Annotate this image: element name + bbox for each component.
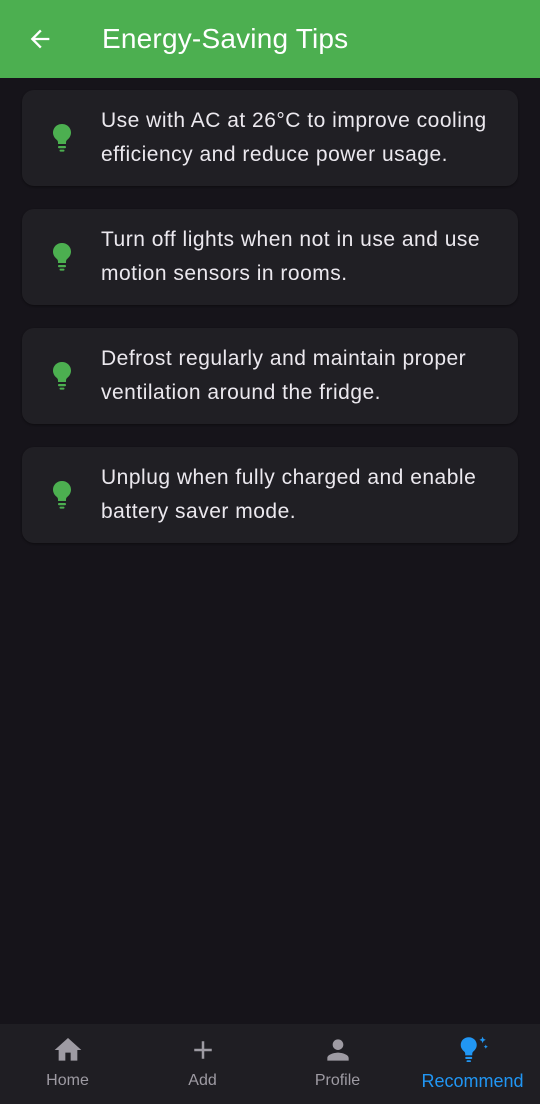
nav-label: Recommend: [421, 1071, 524, 1091]
tip-text: Defrost regularly and maintain proper ve…: [101, 347, 467, 404]
tip-text: Turn off lights when not in use and use …: [101, 228, 481, 285]
nav-item-profile[interactable]: Profile: [270, 1024, 405, 1104]
tip-card: Unplug when fully charged and enable bat…: [22, 447, 518, 543]
nav-item-home[interactable]: Home: [0, 1024, 135, 1104]
person-icon: [326, 1039, 349, 1061]
nav-item-add[interactable]: Add: [135, 1024, 270, 1104]
back-button[interactable]: [20, 19, 60, 59]
lightbulb-sparkle-icon: [460, 1036, 488, 1063]
nav-item-recommend[interactable]: Recommend: [405, 1024, 540, 1104]
tip-text: Unplug when fully charged and enable bat…: [101, 466, 477, 523]
home-icon: [54, 1038, 81, 1061]
lightbulb-icon: [53, 362, 71, 390]
page-title: Energy-Saving Tips: [102, 23, 349, 54]
nav-label: Profile: [314, 1072, 361, 1089]
nav-label: Add: [188, 1072, 217, 1089]
tip-text: Use with AC at 26°C to improve cooling e…: [101, 109, 487, 166]
bottom-nav: Home Add Profile Recommend: [0, 1024, 540, 1104]
plus-icon: [193, 1041, 212, 1059]
lightbulb-icon: [53, 243, 71, 271]
app-root: Energy-Saving Tips Use with AC at 26°C t…: [0, 0, 540, 1104]
tip-card: Use with AC at 26°C to improve cooling e…: [22, 90, 518, 186]
tip-card: Turn off lights when not in use and use …: [22, 209, 518, 305]
tip-card: Defrost regularly and maintain proper ve…: [22, 328, 518, 424]
app-bar: Energy-Saving Tips: [0, 0, 540, 78]
lightbulb-icon: [53, 124, 71, 152]
nav-label: Home: [46, 1072, 89, 1089]
lightbulb-icon: [53, 481, 71, 509]
arrow-back-icon: [30, 29, 50, 49]
tips-list: Use with AC at 26°C to improve cooling e…: [22, 90, 518, 566]
